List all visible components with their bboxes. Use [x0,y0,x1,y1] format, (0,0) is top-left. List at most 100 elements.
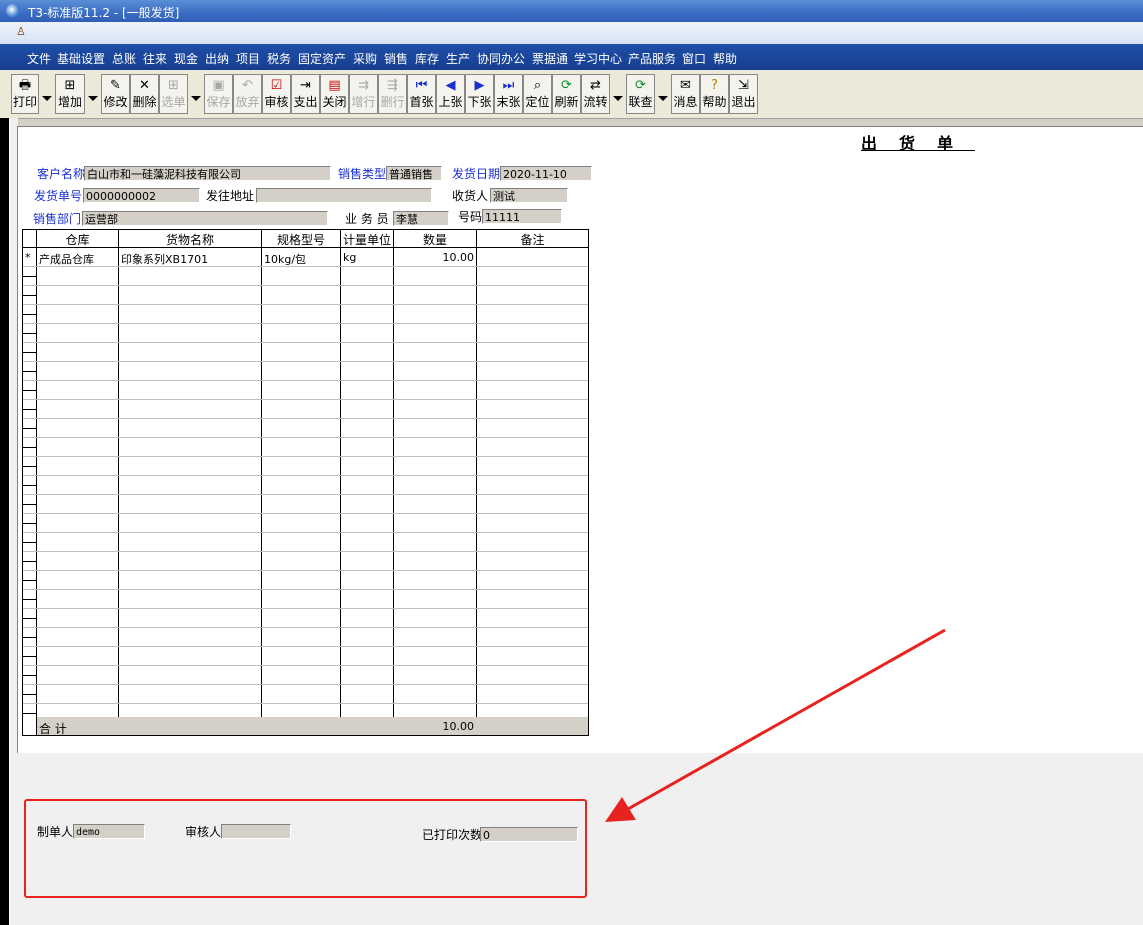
col-spec[interactable]: 规格型号 [262,231,340,248]
row-marker-line [23,599,36,600]
row-line [23,703,588,704]
row-marker-line [23,561,36,562]
cell-warehouse[interactable]: 产成品仓库 [39,251,94,267]
dept-field[interactable]: 运营部 [82,211,328,226]
menu-tax[interactable]: 税务 [267,50,291,67]
ship-address-field[interactable] [256,188,432,203]
salesman-field[interactable]: 李慧 [393,211,449,226]
menu-product-services[interactable]: 产品服务 [628,50,676,67]
print-button[interactable]: 🖶 打印 [11,74,39,114]
row-line [23,513,588,514]
audit-button[interactable]: ☑ 审核 [262,74,291,114]
save-icon: ▣ [212,78,225,93]
row-line [23,380,588,381]
flow-dropdown[interactable] [611,74,624,114]
col-warehouse[interactable]: 仓库 [37,231,118,248]
col-unit[interactable]: 计量单位 [341,231,393,248]
menu-basic-settings[interactable]: 基础设置 [57,50,105,67]
row-marker-line [23,409,36,410]
prev-button[interactable]: ◀ 上张 [436,74,465,114]
message-button[interactable]: ✉ 消息 [671,74,700,114]
row-marker-line [23,542,36,543]
exit-button[interactable]: ⇲ 退出 [729,74,758,114]
print-dropdown[interactable] [40,74,53,114]
select-doc-dropdown[interactable] [189,74,202,114]
save-button[interactable]: ▣ 保存 [204,74,233,114]
menu-window[interactable]: 窗口 [682,50,706,67]
flow-icon: ⇄ [590,78,601,93]
add-row-button[interactable]: ⇉ 增行 [349,74,378,114]
row-line [23,456,588,457]
linked-query-dropdown[interactable] [656,74,669,114]
menu-purchase[interactable]: 采购 [353,50,377,67]
edit-button[interactable]: ✎ 修改 [101,74,130,114]
row-line [23,475,588,476]
help-button[interactable]: ? 帮助 [700,74,729,114]
next-icon: ▶ [474,78,485,93]
row-marker-line [23,485,36,486]
menu-general-ledger[interactable]: 总账 [112,50,136,67]
linked-query-button[interactable]: ⟳ 联查 [626,74,655,114]
menu-inventory[interactable]: 库存 [415,50,439,67]
col-goods-name[interactable]: 货物名称 [119,231,261,248]
receiver-field[interactable]: 测试 [490,188,568,203]
last-button[interactable]: ⏭ 末张 [494,74,523,114]
row-line [23,627,588,628]
menu-help[interactable]: 帮助 [713,50,737,67]
discard-button[interactable]: ↶ 放弃 [233,74,262,114]
chevron-down-icon [658,96,668,101]
delete-button[interactable]: ✕ 删除 [130,74,159,114]
flow-button[interactable]: ⇄ 流转 [581,74,610,114]
locate-button[interactable]: ⌕ 定位 [523,74,552,114]
menu-collaboration[interactable]: 协同办公 [477,50,525,67]
row-line [23,342,588,343]
add-button[interactable]: ⊞ 增加 [55,74,85,114]
select-doc-button[interactable]: ⊞ 选单 [159,74,188,114]
delete-row-button[interactable]: ⇶ 删行 [378,74,407,114]
row-marker-line [23,390,36,391]
sales-type-field[interactable]: 普通销售 [386,166,442,181]
ship-no-field[interactable]: 0000000002 [83,188,200,203]
col-quantity[interactable]: 数量 [394,231,476,248]
row-line [23,570,588,571]
linked-query-icon: ⟳ [635,78,646,93]
row-marker-line [23,276,36,277]
col-note[interactable]: 备注 [477,231,588,248]
cell-goods-name[interactable]: 印象系列XB1701 [121,251,208,267]
phone-label: 号码 [458,210,483,224]
cell-unit[interactable]: kg [343,251,356,264]
customer-field[interactable]: 白山市和一硅藻泥科技有限公司 [84,166,331,181]
receiver-label: 收货人 [452,189,489,203]
cell-spec[interactable]: 10kg/包 [264,251,306,267]
row-marker-line [23,580,36,581]
add-dropdown[interactable] [86,74,99,114]
menu-bill-pass[interactable]: 票据通 [532,50,568,67]
row-line [23,684,588,685]
close-doc-button[interactable]: ▤ 关闭 [320,74,349,114]
menu-cashier[interactable]: 出纳 [205,50,229,67]
grid-divider [36,230,37,735]
menu-file[interactable]: 文件 [27,50,51,67]
row-marker-line [23,314,36,315]
menu-sales[interactable]: 销售 [384,50,408,67]
menu-production[interactable]: 生产 [446,50,470,67]
cell-quantity[interactable]: 10.00 [396,251,475,264]
close-doc-icon: ▤ [328,78,341,93]
menu-learning-center[interactable]: 学习中心 [574,50,622,67]
first-button[interactable]: ⏮ 首张 [407,74,436,114]
phone-field[interactable]: 11111 [482,209,562,224]
menu-project[interactable]: 项目 [236,50,260,67]
grid-divider [340,230,341,735]
document-icon[interactable]: ♙ [16,26,26,38]
refresh-button[interactable]: ⟳ 刷新 [552,74,581,114]
add-row-icon: ⇉ [358,78,369,93]
ship-address-label: 发往地址 [206,189,255,203]
expense-button[interactable]: ⇥ 支出 [291,74,320,114]
menu-cash[interactable]: 现金 [174,50,198,67]
row-marker-line [23,295,36,296]
annotation-highlight-box [24,799,587,898]
menu-receivables[interactable]: 往来 [143,50,167,67]
ship-date-field[interactable]: 2020-11-10 [500,166,592,181]
menu-fixed-assets[interactable]: 固定资产 [298,50,346,67]
next-button[interactable]: ▶ 下张 [465,74,494,114]
